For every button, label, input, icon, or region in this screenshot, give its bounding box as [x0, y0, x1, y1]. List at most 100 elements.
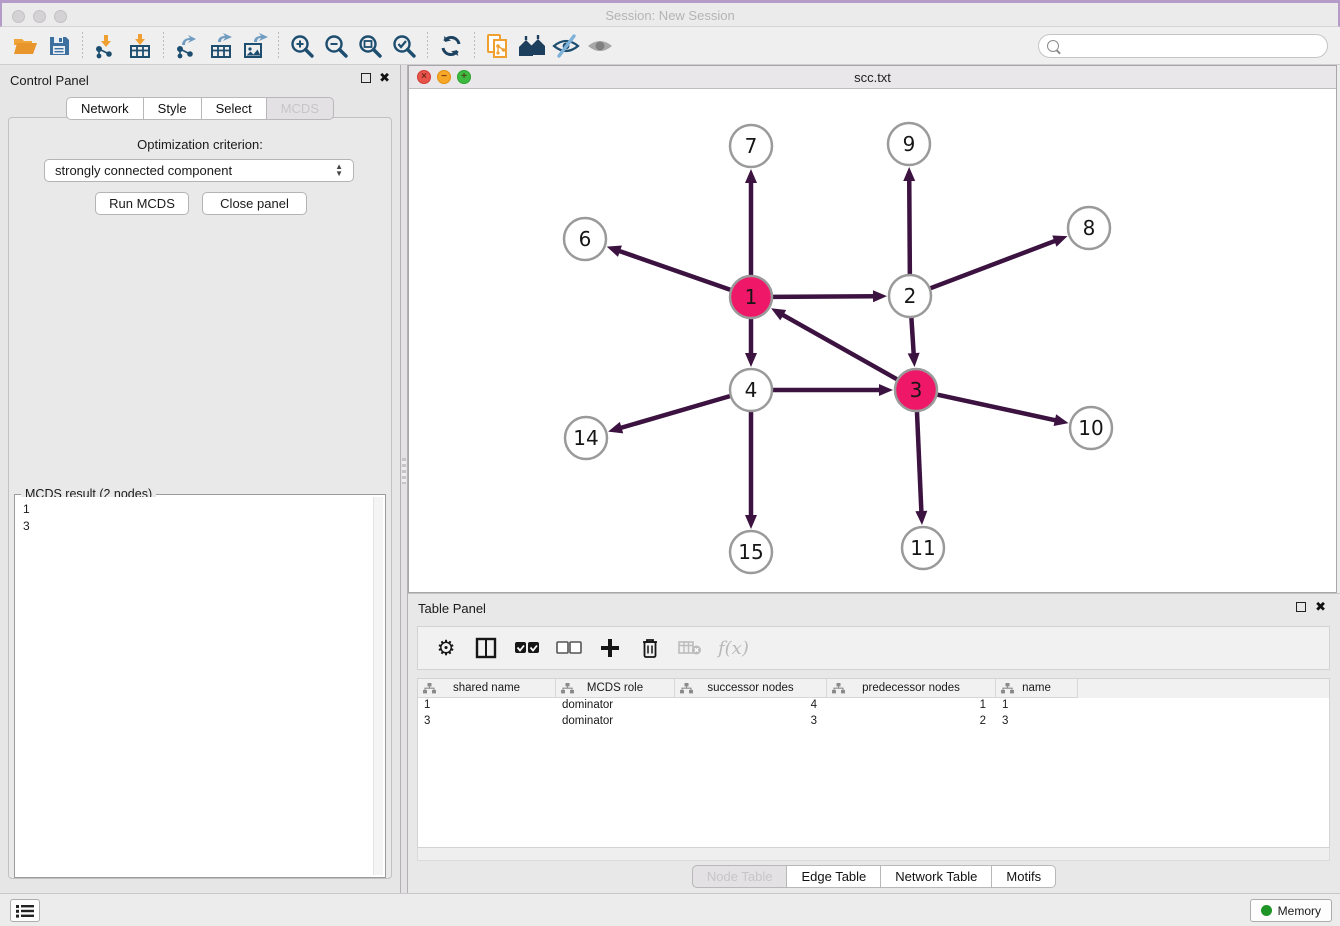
run-mcds-button[interactable]: Run MCDS: [95, 192, 189, 215]
table-cell[interactable]: dominator: [556, 714, 675, 730]
select-all-icon[interactable]: [514, 634, 540, 662]
delete-column-icon[interactable]: [638, 634, 662, 662]
graph-node-label: 11: [910, 536, 935, 560]
optimization-criterion-label: Optimization criterion:: [0, 137, 400, 152]
table-cell[interactable]: 1: [418, 698, 556, 714]
column-header-successor-nodes[interactable]: successor nodes: [675, 679, 827, 698]
graph-edge-1-6[interactable]: [617, 250, 730, 290]
toolbar-separator: [278, 32, 279, 60]
graph-edge-arrow-icon: [745, 169, 757, 183]
tab-mcds[interactable]: MCDS: [267, 97, 334, 120]
table-cell[interactable]: 2: [827, 714, 996, 730]
graph-node-label: 7: [745, 134, 758, 158]
graph-edge-3-1[interactable]: [781, 314, 897, 380]
close-panel-button[interactable]: Close panel: [202, 192, 307, 215]
gear-icon[interactable]: ⚙: [434, 634, 458, 662]
tab-style[interactable]: Style: [144, 97, 202, 120]
column-header-MCDS-role[interactable]: MCDS role: [556, 679, 675, 698]
tab-select[interactable]: Select: [202, 97, 267, 120]
import-table-icon[interactable]: [123, 31, 157, 61]
houses-icon[interactable]: [515, 31, 549, 61]
graph-edge-arrow-icon: [745, 353, 757, 367]
table-cell[interactable]: dominator: [556, 698, 675, 714]
graph-node-label: 4: [745, 378, 758, 402]
criterion-dropdown[interactable]: strongly connected component ▲▼: [44, 159, 354, 182]
export-table-icon[interactable]: [204, 31, 238, 61]
memory-status-icon: [1261, 905, 1272, 916]
table-row[interactable]: 3dominator323: [418, 714, 1329, 730]
memory-label: Memory: [1278, 904, 1321, 918]
tab-node-table[interactable]: Node Table: [692, 865, 788, 888]
search-icon: [1047, 40, 1059, 52]
task-history-button[interactable]: [10, 899, 40, 922]
search-box[interactable]: [1038, 34, 1328, 58]
table-row[interactable]: 1dominator411: [418, 698, 1329, 714]
column-header-shared-name[interactable]: shared name: [418, 679, 556, 698]
graph-edge-3-11[interactable]: [917, 412, 922, 514]
tab-motifs[interactable]: Motifs: [992, 865, 1056, 888]
graph-edge-arrow-icon: [608, 422, 623, 434]
deselect-all-icon[interactable]: [556, 634, 582, 662]
table-horizontal-scrollbar[interactable]: [417, 848, 1330, 861]
table-cell[interactable]: 1: [996, 698, 1078, 714]
delete-table-icon[interactable]: [678, 634, 702, 662]
dropdown-stepper-icon: ▲▼: [335, 164, 343, 177]
tab-network[interactable]: Network: [66, 97, 144, 120]
open-session-icon[interactable]: [8, 31, 42, 61]
splitter-grip-icon[interactable]: [402, 458, 406, 484]
status-bar: Memory: [0, 893, 1340, 926]
add-column-icon[interactable]: [598, 634, 622, 662]
network-view-window: × − + scc.txt 7968124314101511: [408, 65, 1337, 593]
columns-icon[interactable]: [474, 634, 498, 662]
float-panel-icon[interactable]: [361, 73, 371, 83]
table-cell[interactable]: 3: [418, 714, 556, 730]
function-builder-icon[interactable]: f(x): [718, 634, 749, 662]
network-window-titlebar[interactable]: × − + scc.txt: [409, 66, 1336, 89]
graph-edge-2-3[interactable]: [911, 318, 913, 356]
graph-node-label: 3: [910, 378, 923, 402]
graph-node-label: 9: [903, 132, 916, 156]
close-table-panel-icon[interactable]: ✖: [1315, 602, 1326, 612]
table-cell[interactable]: 3: [996, 714, 1078, 730]
table-panel-title: Table Panel: [418, 601, 486, 616]
graph-edge-arrow-icon: [1054, 414, 1069, 426]
result-scrollbar[interactable]: [373, 497, 383, 875]
documents-share-icon[interactable]: [481, 31, 515, 61]
graph-node-label: 8: [1083, 216, 1096, 240]
list-icon: [16, 904, 34, 918]
zoom-selected-icon[interactable]: [387, 31, 421, 61]
graph-edge-1-2[interactable]: [773, 296, 876, 297]
graph-edge-3-10[interactable]: [937, 395, 1057, 421]
graph-edge-2-9[interactable]: [909, 178, 910, 274]
graph-edge-arrow-icon: [915, 511, 927, 525]
column-header-predecessor-nodes[interactable]: predecessor nodes: [827, 679, 996, 698]
graph-edge-2-8[interactable]: [931, 240, 1058, 288]
refresh-icon[interactable]: [434, 31, 468, 61]
network-canvas[interactable]: 7968124314101511: [409, 89, 1336, 593]
table-panel: Table Panel ✖ ⚙ f(x) shared nameMCDS rol…: [408, 593, 1340, 893]
toolbar-separator: [82, 32, 83, 60]
tab-edge-table[interactable]: Edge Table: [787, 865, 881, 888]
zoom-in-icon[interactable]: [285, 31, 319, 61]
table-cell[interactable]: 3: [675, 714, 827, 730]
eye-slash-icon[interactable]: [549, 31, 583, 61]
import-network-icon[interactable]: [89, 31, 123, 61]
close-panel-icon[interactable]: ✖: [379, 73, 390, 83]
memory-button[interactable]: Memory: [1250, 899, 1332, 922]
eye-icon[interactable]: [583, 31, 617, 61]
mcds-result-text[interactable]: 1 3: [17, 497, 373, 875]
table-cell[interactable]: 1: [827, 698, 996, 714]
search-input[interactable]: [1064, 39, 1319, 53]
export-image-icon[interactable]: [238, 31, 272, 61]
export-network-icon[interactable]: [170, 31, 204, 61]
float-table-panel-icon[interactable]: [1296, 602, 1306, 612]
table-cell[interactable]: 4: [675, 698, 827, 714]
graph-edge-4-14[interactable]: [619, 396, 730, 428]
save-session-icon[interactable]: [42, 31, 76, 61]
tab-network-table[interactable]: Network Table: [881, 865, 992, 888]
zoom-out-icon[interactable]: [319, 31, 353, 61]
column-header-name[interactable]: name: [996, 679, 1078, 698]
graph-edge-arrow-icon: [745, 515, 757, 529]
panel-splitter[interactable]: [400, 65, 408, 893]
zoom-fit-icon[interactable]: [353, 31, 387, 61]
